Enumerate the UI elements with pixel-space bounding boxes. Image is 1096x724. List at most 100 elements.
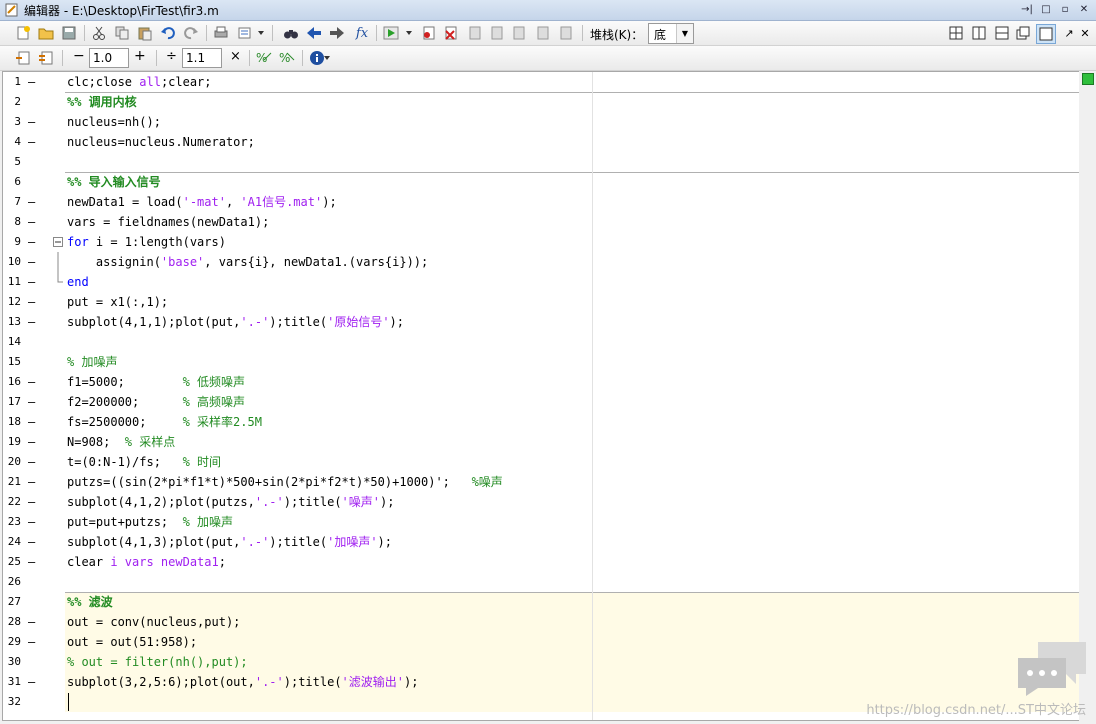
breakpoint-marker[interactable]: – xyxy=(28,132,35,152)
breakpoint-marker[interactable]: – xyxy=(28,412,35,432)
line-number: 6 xyxy=(14,175,21,188)
save-icon[interactable] xyxy=(60,24,78,42)
redo-icon[interactable] xyxy=(182,24,200,42)
breakpoint-marker[interactable]: – xyxy=(28,292,35,312)
tile-rows-icon[interactable] xyxy=(993,24,1011,42)
find-binoculars-icon[interactable] xyxy=(282,24,300,42)
line-number: 20 xyxy=(7,455,21,468)
breakpoint-marker[interactable]: – xyxy=(28,312,35,332)
code-editor[interactable]: 1– clc;close all;clear; 2%% 调用内核 3– nucleu… xyxy=(2,71,1080,721)
help-chevron-down-icon[interactable] xyxy=(322,49,332,67)
line-number: 22 xyxy=(7,495,21,508)
step-in-icon[interactable] xyxy=(488,24,506,42)
code-line: 21– putzs=((sin(2*pi*f1*t)*500+sin(2*pi*f… xyxy=(3,472,1079,492)
code-line: 2%% 调用内核 xyxy=(3,92,1079,112)
cut-icon[interactable] xyxy=(90,24,108,42)
close-doc-icon[interactable]: ✕ xyxy=(1076,24,1094,42)
breakpoint-marker[interactable]: – xyxy=(28,72,35,92)
line-number: 8 xyxy=(14,215,21,228)
back-arrow-icon[interactable] xyxy=(305,24,323,42)
code-line: 15% 加噪声 xyxy=(3,352,1079,372)
code-analyzer-status-icon[interactable] xyxy=(1082,73,1094,85)
line-number: 13 xyxy=(7,315,21,328)
breakpoint-marker[interactable]: – xyxy=(28,632,35,652)
comment-cell-icon[interactable]: % xyxy=(255,49,273,67)
line-number: 29 xyxy=(7,635,21,648)
breakpoint-marker[interactable]: – xyxy=(28,112,35,132)
forward-arrow-icon[interactable] xyxy=(328,24,346,42)
uncomment-cell-icon[interactable]: % xyxy=(278,49,296,67)
maximize-button[interactable]: □ xyxy=(1038,2,1054,17)
line-number: 31 xyxy=(7,675,21,688)
float-window-icon[interactable] xyxy=(1014,24,1032,42)
chevron-down-icon: ▼ xyxy=(676,24,693,43)
chevron-down-icon[interactable] xyxy=(256,24,266,42)
increment-button[interactable]: + xyxy=(134,48,146,64)
code-line: 16– f1=5000; % 低频噪声 xyxy=(3,372,1079,392)
code-line: 19– N=908; % 采样点 xyxy=(3,432,1079,452)
copy-icon[interactable] xyxy=(113,24,131,42)
divide-button[interactable]: ÷ xyxy=(166,49,177,64)
breakpoint-marker[interactable]: – xyxy=(28,372,35,392)
breakpoint-marker[interactable]: – xyxy=(28,232,35,252)
step-icon[interactable] xyxy=(466,24,484,42)
undock-button[interactable]: →| xyxy=(1019,2,1035,17)
vertical-scrollbar[interactable] xyxy=(1079,71,1095,721)
code-line: 3– nucleus=nh(); xyxy=(3,112,1079,132)
exit-debug-icon[interactable] xyxy=(557,24,575,42)
line-number: 18 xyxy=(7,415,21,428)
code-line: 25– clear i vars newData1; xyxy=(3,552,1079,572)
eval-cell-icon[interactable] xyxy=(14,49,32,67)
tile-2x2-icon[interactable] xyxy=(947,24,965,42)
publish-icon[interactable] xyxy=(236,24,254,42)
divide-value-input[interactable]: 1.1 xyxy=(182,48,222,68)
run-icon[interactable] xyxy=(382,24,400,42)
function-browser-icon[interactable]: fx xyxy=(351,24,373,42)
run-dropdown-chevron-icon[interactable] xyxy=(404,24,414,42)
code-line: 31– subplot(3,2,5:6);plot(out,'.-');title… xyxy=(3,672,1079,692)
code-line: 9– for i = 1:length(vars) xyxy=(3,232,1079,252)
tile-columns-icon[interactable] xyxy=(970,24,988,42)
breakpoint-marker[interactable]: – xyxy=(28,472,35,492)
maximize-doc-icon[interactable] xyxy=(1036,24,1056,44)
main-toolbar: fx 堆栈(K)： 底 ▼ ↗ ✕ xyxy=(0,21,1096,46)
breakpoint-marker[interactable]: – xyxy=(28,552,35,572)
breakpoint-marker[interactable]: – xyxy=(28,532,35,552)
decrement-value-input[interactable]: 1.0 xyxy=(89,48,129,68)
breakpoint-marker[interactable]: – xyxy=(28,512,35,532)
breakpoint-marker[interactable]: – xyxy=(28,452,35,472)
close-button[interactable]: ✕ xyxy=(1076,2,1092,17)
open-folder-icon[interactable] xyxy=(37,24,55,42)
code-line: 13– subplot(4,1,1);plot(put,'.-');title('… xyxy=(3,312,1079,332)
watermark-text: https://blog.csdn.net/...ST中文论坛 xyxy=(866,703,1086,718)
decrement-button[interactable]: − xyxy=(73,48,85,64)
step-out-icon[interactable] xyxy=(510,24,528,42)
clear-breakpoints-icon[interactable] xyxy=(442,24,460,42)
paste-icon[interactable] xyxy=(136,24,154,42)
breakpoint-marker[interactable]: – xyxy=(28,492,35,512)
print-icon[interactable] xyxy=(212,24,230,42)
breakpoint-marker[interactable]: – xyxy=(28,432,35,452)
code-line: 11– end xyxy=(3,272,1079,292)
undo-icon[interactable] xyxy=(159,24,177,42)
line-number: 12 xyxy=(7,295,21,308)
breakpoint-marker[interactable]: – xyxy=(28,252,35,272)
svg-text:%: % xyxy=(279,51,290,65)
breakpoint-marker[interactable]: – xyxy=(28,192,35,212)
set-breakpoint-icon[interactable] xyxy=(420,24,438,42)
continue-icon[interactable] xyxy=(534,24,552,42)
stack-select[interactable]: 底 ▼ xyxy=(648,23,694,44)
eval-advance-icon[interactable] xyxy=(37,49,55,67)
breakpoint-marker[interactable]: – xyxy=(28,672,35,692)
breakpoint-marker[interactable]: – xyxy=(28,212,35,232)
breakpoint-marker[interactable]: – xyxy=(28,612,35,632)
multiply-button[interactable]: × xyxy=(230,49,241,64)
breakpoint-marker[interactable]: – xyxy=(28,392,35,412)
line-number: 17 xyxy=(7,395,21,408)
breakpoint-marker[interactable]: – xyxy=(28,272,35,292)
fold-collapse-icon[interactable] xyxy=(53,237,63,247)
line-number: 16 xyxy=(7,375,21,388)
line-number: 28 xyxy=(7,615,21,628)
restore-button[interactable]: ▫ xyxy=(1057,2,1073,17)
new-file-icon[interactable] xyxy=(14,24,32,42)
